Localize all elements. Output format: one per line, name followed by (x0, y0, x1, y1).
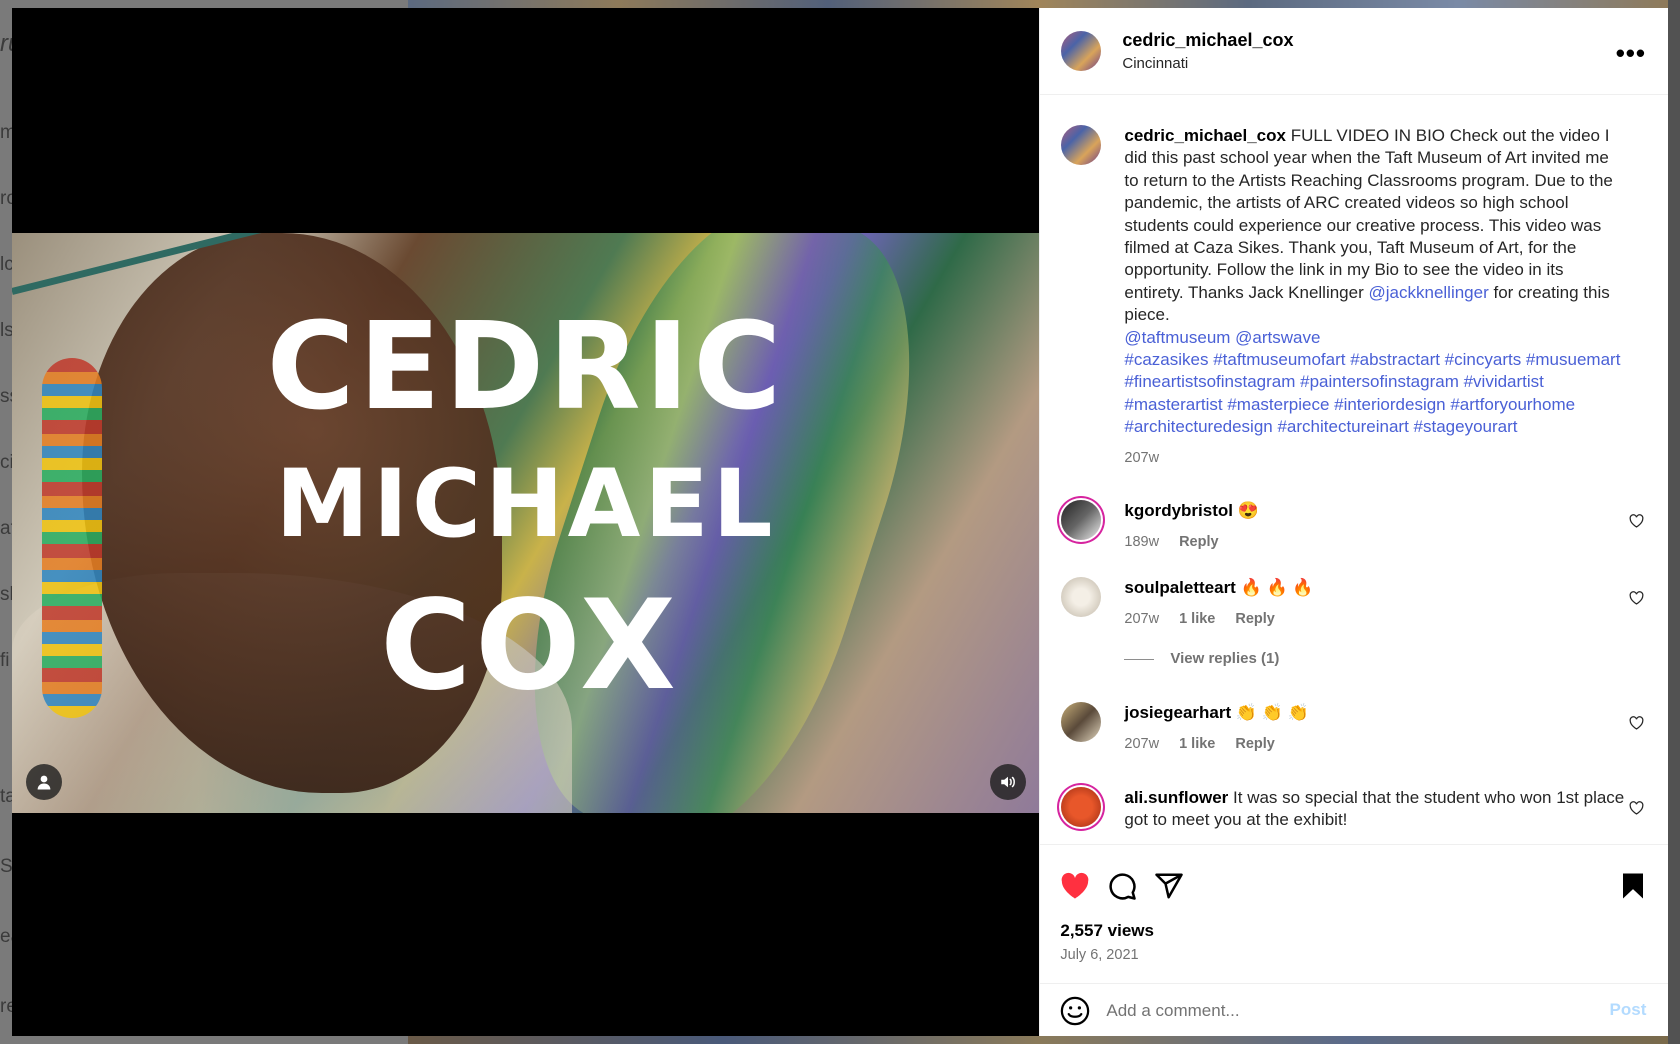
post-location[interactable]: Cincinnati (1122, 55, 1188, 72)
view-replies-label: View replies (1) (1170, 650, 1280, 667)
more-options-icon[interactable]: ••• (1616, 38, 1646, 69)
comment-meta: 207w 1 like Reply (1124, 733, 1624, 755)
bookmark-filled-icon[interactable] (1618, 871, 1648, 901)
comment-body: 😍 (1237, 501, 1259, 520)
commenter-username[interactable]: kgordybristol (1124, 501, 1233, 520)
caption-mentions[interactable]: @taftmuseum @artswave (1124, 327, 1624, 349)
author-avatar[interactable] (1061, 31, 1102, 71)
view-replies-button[interactable]: View replies (1) (1124, 650, 1279, 667)
comment-time[interactable]: 207w (1124, 736, 1159, 752)
heart-filled-icon[interactable] (1060, 871, 1090, 901)
comment-likes[interactable]: 1 like (1179, 736, 1215, 752)
post-actions: 2,557 views July 6, 2021 (1040, 844, 1669, 985)
background-right-edge (1668, 0, 1680, 1044)
bg-fragment: fi (0, 650, 10, 671)
comment-input[interactable] (1104, 996, 1579, 1026)
audio-toggle-button[interactable] (990, 764, 1026, 800)
comment-time[interactable]: 207w (1124, 611, 1159, 627)
background-thumbnails-top (408, 0, 1668, 8)
commenter-username[interactable]: ali.sunflower (1124, 788, 1228, 807)
tagged-people-button[interactable] (26, 764, 62, 800)
background-thumbnails-bottom (408, 1036, 1668, 1044)
comment-text: soulpaletteart 🔥 🔥 🔥 207w 1 like Reply (1124, 577, 1624, 631)
comment-time[interactable]: 189w (1124, 534, 1159, 550)
comment-likes[interactable]: 1 like (1179, 611, 1215, 627)
person-icon (37, 775, 51, 790)
reply-button[interactable]: Reply (1235, 611, 1275, 627)
post-date[interactable]: July 6, 2021 (1060, 947, 1138, 963)
video-title-line-2: MICHAEL (275, 450, 777, 559)
caption-time[interactable]: 207w (1124, 447, 1624, 469)
comment-row: ali.sunflower It was so special that the… (1040, 787, 1668, 843)
video-frame[interactable]: CEDRIC MICHAEL COX (12, 233, 1040, 813)
video-title-line-1: CEDRIC (266, 298, 786, 437)
comment-body: 🔥 🔥 🔥 (1240, 578, 1314, 597)
comment-row: kgordybristol 😍 189w Reply (1040, 500, 1668, 560)
comment-meta: 207w 1 like Reply (1124, 608, 1624, 630)
heart-outline-icon[interactable] (1629, 801, 1644, 815)
commenter-avatar[interactable] (1061, 787, 1102, 827)
reply-button[interactable]: Reply (1235, 736, 1275, 752)
commenter-avatar[interactable] (1061, 500, 1102, 540)
comment-text: josiegearhart 👏 👏 👏 207w 1 like Reply (1124, 702, 1624, 756)
comment-text: kgordybristol 😍 189w Reply (1124, 500, 1624, 554)
comments-list[interactable]: cedric_michael_cox FULL VIDEO IN BIO Che… (1040, 95, 1668, 843)
emoji-smile-icon[interactable] (1060, 996, 1090, 1026)
commenter-avatar[interactable] (1061, 702, 1102, 742)
share-icon[interactable] (1154, 871, 1184, 901)
view-count[interactable]: 2,557 views (1060, 921, 1154, 941)
add-comment-bar: Post (1040, 983, 1669, 1037)
author-username[interactable]: cedric_michael_cox (1122, 30, 1293, 51)
comment-body: 👏 👏 👏 (1235, 703, 1309, 722)
commenter-username[interactable]: josiegearhart (1124, 703, 1231, 722)
commenter-username[interactable]: soulpaletteart (1124, 578, 1235, 597)
video-player[interactable]: CEDRIC MICHAEL COX (12, 8, 1040, 1036)
comment-text: ali.sunflower It was so special that the… (1124, 787, 1624, 832)
caption-hashtags[interactable]: #cazasikes #taftmuseumofart #abstractart… (1124, 349, 1624, 439)
comment-meta: 189w Reply (1124, 531, 1624, 553)
reply-button[interactable]: Reply (1179, 534, 1219, 550)
post-modal: CEDRIC MICHAEL COX cedric_michael_cox Ci… (12, 8, 1669, 1037)
caption-body: FULL VIDEO IN BIO Check out the video I … (1124, 126, 1613, 302)
commenter-avatar[interactable] (1061, 577, 1102, 617)
video-title-line-3: COX (380, 574, 680, 718)
video-title-overlay: CEDRIC MICHAEL COX (12, 233, 1040, 813)
heart-outline-icon[interactable] (1629, 514, 1644, 528)
comment-icon[interactable] (1107, 871, 1137, 901)
speaker-icon (1001, 776, 1015, 788)
caption-username[interactable]: cedric_michael_cox (1124, 126, 1286, 145)
comment-row: soulpaletteart 🔥 🔥 🔥 207w 1 like Reply V… (1040, 577, 1668, 677)
post-side-panel: cedric_michael_cox Cincinnati ••• cedric… (1039, 8, 1669, 1037)
heart-outline-icon[interactable] (1629, 716, 1644, 730)
caption-avatar[interactable] (1061, 125, 1102, 165)
caption-text-block: cedric_michael_cox FULL VIDEO IN BIO Che… (1124, 125, 1624, 469)
post-header: cedric_michael_cox Cincinnati ••• (1040, 8, 1668, 95)
caption-mention[interactable]: @jackknellinger (1369, 283, 1489, 302)
heart-outline-icon[interactable] (1629, 591, 1644, 605)
comment-row: josiegearhart 👏 👏 👏 207w 1 like Reply (1040, 702, 1668, 762)
post-comment-button[interactable]: Post (1610, 1000, 1647, 1020)
